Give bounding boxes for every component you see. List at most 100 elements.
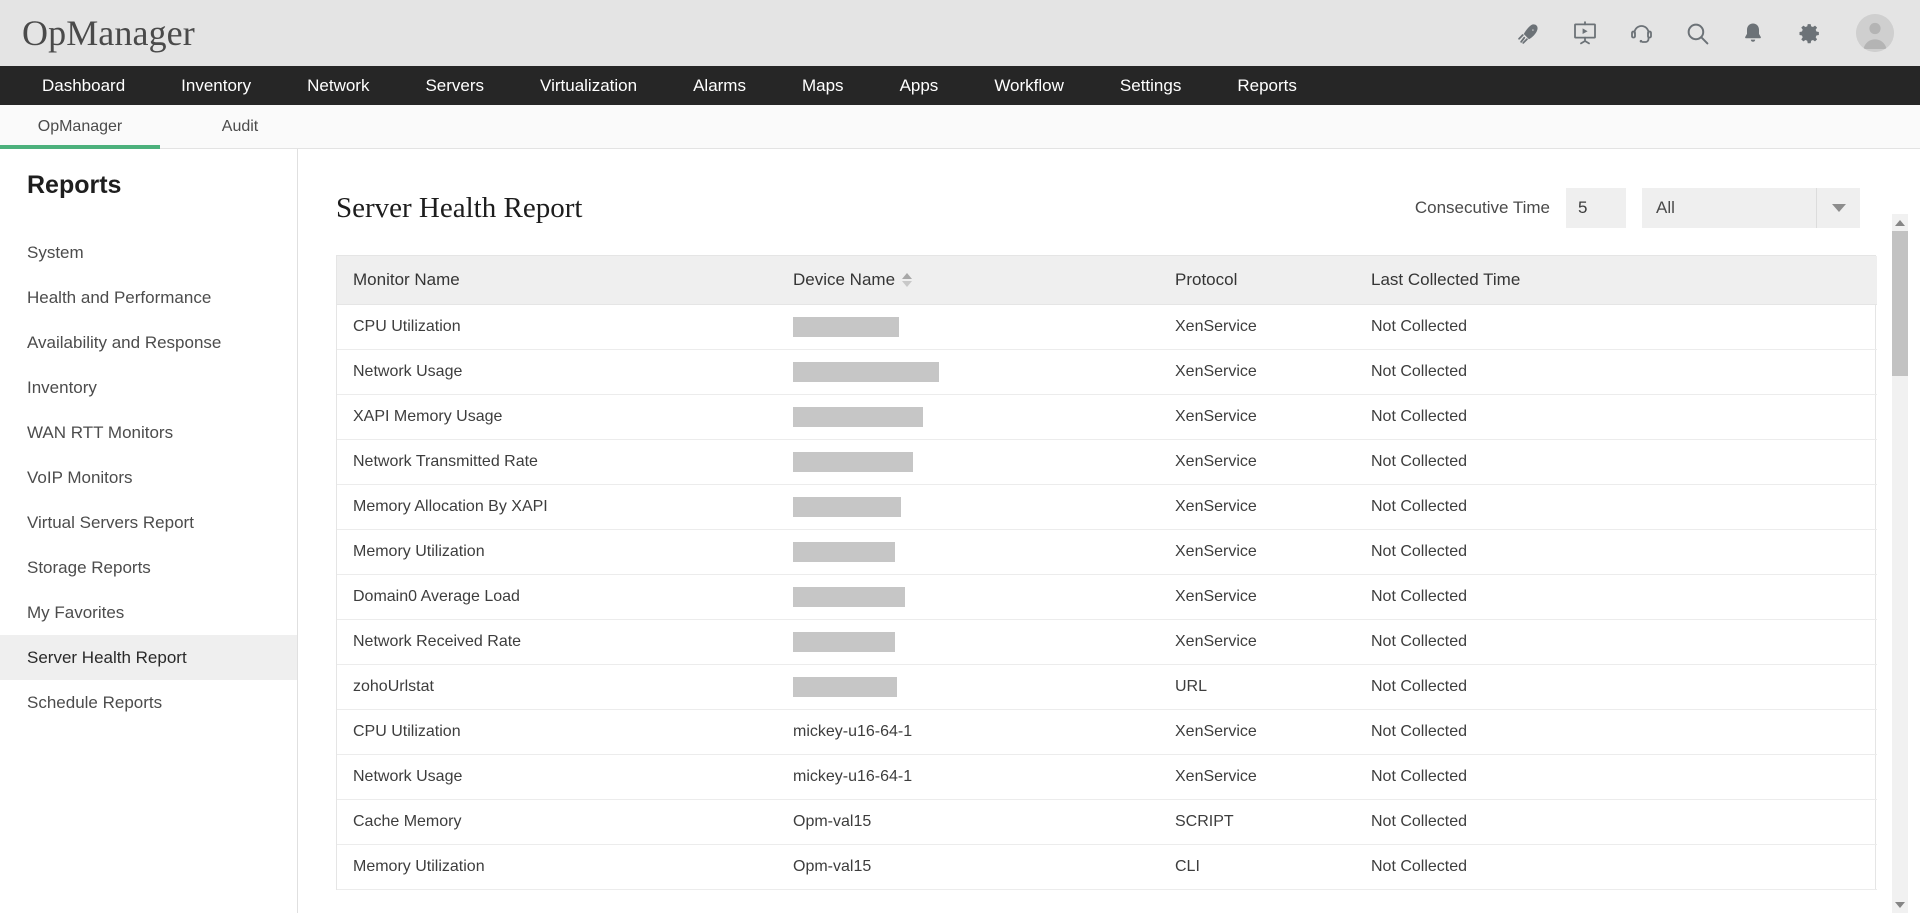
table-row[interactable]: CPU UtilizationXenServiceNot Collected xyxy=(337,305,1877,350)
cell-device-name: Opm-val15 xyxy=(777,845,1159,890)
vertical-scrollbar[interactable] xyxy=(1892,214,1908,913)
rocket-icon[interactable] xyxy=(1516,20,1542,46)
sidebar-item-voip-monitors[interactable]: VoIP Monitors xyxy=(0,455,297,500)
column-header-device-name[interactable]: Device Name xyxy=(777,256,1159,305)
table-row[interactable]: Network Received RateXenServiceNot Colle… xyxy=(337,620,1877,665)
report-content: Server Health Report Consecutive Time Al… xyxy=(298,149,1920,913)
scrollbar-track[interactable] xyxy=(1892,231,1908,896)
chevron-down-icon[interactable] xyxy=(1816,188,1860,228)
cell-protocol: XenService xyxy=(1159,530,1355,575)
sidebar-item-my-favorites[interactable]: My Favorites xyxy=(0,590,297,635)
main-navigation: Dashboard Inventory Network Servers Virt… xyxy=(0,66,1920,105)
cell-monitor-name: Memory Utilization xyxy=(337,530,777,575)
server-health-table: Monitor Name Device Name Protocol xyxy=(337,256,1877,890)
sidebar-item-virtual-servers-report[interactable]: Virtual Servers Report xyxy=(0,500,297,545)
cell-device-name xyxy=(777,440,1159,485)
cell-monitor-name: Cache Memory xyxy=(337,800,777,845)
cell-device-name xyxy=(777,620,1159,665)
nav-item-network[interactable]: Network xyxy=(279,66,397,105)
table-row[interactable]: Network Transmitted RateXenServiceNot Co… xyxy=(337,440,1877,485)
sidebar-item-inventory[interactable]: Inventory xyxy=(0,365,297,410)
table-row[interactable]: Memory Allocation By XAPIXenServiceNot C… xyxy=(337,485,1877,530)
nav-item-alarms[interactable]: Alarms xyxy=(665,66,774,105)
cell-last-collected-time: Not Collected xyxy=(1355,440,1877,485)
sidebar-item-health-and-performance[interactable]: Health and Performance xyxy=(0,275,297,320)
redacted-device-name xyxy=(793,362,939,382)
table-row[interactable]: zohoUrlstatURLNot Collected xyxy=(337,665,1877,710)
gear-icon[interactable] xyxy=(1796,20,1822,46)
cell-device-name xyxy=(777,665,1159,710)
redacted-device-name xyxy=(793,407,923,427)
nav-item-dashboard[interactable]: Dashboard xyxy=(14,66,153,105)
sort-indicator-icon[interactable] xyxy=(902,273,912,287)
cell-last-collected-time: Not Collected xyxy=(1355,530,1877,575)
cell-protocol: XenService xyxy=(1159,575,1355,620)
sidebar-item-storage-reports[interactable]: Storage Reports xyxy=(0,545,297,590)
table-row[interactable]: Network UsageXenServiceNot Collected xyxy=(337,350,1877,395)
sidebar-item-system[interactable]: System xyxy=(0,230,297,275)
table-row[interactable]: Memory Utilization XenServiceNot Collecte… xyxy=(337,530,1877,575)
nav-item-settings[interactable]: Settings xyxy=(1092,66,1209,105)
cell-protocol: XenService xyxy=(1159,485,1355,530)
cell-device-name xyxy=(777,350,1159,395)
scroll-down-arrow-icon[interactable] xyxy=(1892,896,1908,913)
tab-opmanager[interactable]: OpManager xyxy=(0,105,160,148)
cell-protocol: XenService xyxy=(1159,710,1355,755)
column-header-device-name-label: Device Name xyxy=(793,270,895,290)
cell-device-name xyxy=(777,485,1159,530)
nav-item-maps[interactable]: Maps xyxy=(774,66,872,105)
sidebar-item-availability-and-response[interactable]: Availability and Response xyxy=(0,320,297,365)
filter-dropdown[interactable]: All xyxy=(1642,188,1860,228)
cell-device-name xyxy=(777,395,1159,440)
cell-monitor-name: XAPI Memory Usage xyxy=(337,395,777,440)
sidebar: Reports System Health and Performance Av… xyxy=(0,149,298,913)
cell-protocol: CLI xyxy=(1159,845,1355,890)
avatar[interactable] xyxy=(1856,14,1894,52)
cell-monitor-name: Network Usage xyxy=(337,755,777,800)
page-body: Reports System Health and Performance Av… xyxy=(0,149,1920,913)
table-row[interactable]: XAPI Memory UsageXenServiceNot Collected xyxy=(337,395,1877,440)
presentation-icon[interactable] xyxy=(1572,20,1598,46)
table-row[interactable]: CPU Utilizationmickey-u16-64-1XenService… xyxy=(337,710,1877,755)
consecutive-time-label: Consecutive Time xyxy=(1415,198,1550,218)
table-row[interactable]: Memory UtilizationOpm-val15CLINot Collec… xyxy=(337,845,1877,890)
table-row[interactable]: Domain0 Average LoadXenServiceNot Collec… xyxy=(337,575,1877,620)
brand-icon-group xyxy=(1516,14,1894,52)
column-header-protocol[interactable]: Protocol xyxy=(1159,256,1355,305)
tab-audit[interactable]: Audit xyxy=(160,105,320,148)
cell-monitor-name: CPU Utilization xyxy=(337,305,777,350)
cell-last-collected-time: Not Collected xyxy=(1355,350,1877,395)
scrollbar-thumb[interactable] xyxy=(1892,231,1908,376)
sidebar-item-wan-rtt-monitors[interactable]: WAN RTT Monitors xyxy=(0,410,297,455)
bell-icon[interactable] xyxy=(1740,20,1766,46)
sidebar-title: Reports xyxy=(0,171,297,200)
column-header-protocol-label: Protocol xyxy=(1175,270,1237,290)
nav-item-inventory[interactable]: Inventory xyxy=(153,66,279,105)
filter-dropdown-value: All xyxy=(1642,198,1816,218)
headset-icon[interactable] xyxy=(1628,20,1654,46)
sidebar-item-schedule-reports[interactable]: Schedule Reports xyxy=(0,680,297,725)
nav-item-servers[interactable]: Servers xyxy=(397,66,512,105)
column-header-last-collected-time[interactable]: Last Collected Time xyxy=(1355,256,1877,305)
nav-item-virtualization[interactable]: Virtualization xyxy=(512,66,665,105)
scroll-up-arrow-icon[interactable] xyxy=(1892,214,1908,231)
search-icon[interactable] xyxy=(1684,20,1710,46)
redacted-device-name xyxy=(793,677,897,697)
table-row[interactable]: Cache MemoryOpm-val15SCRIPTNot Collected xyxy=(337,800,1877,845)
tab-audit-label: Audit xyxy=(222,118,258,136)
sub-tab-bar: OpManager Audit xyxy=(0,105,1920,149)
report-controls: Consecutive Time All xyxy=(1415,188,1860,228)
consecutive-time-input[interactable] xyxy=(1566,188,1626,228)
cell-monitor-name: Memory Utilization xyxy=(337,845,777,890)
cell-protocol: SCRIPT xyxy=(1159,800,1355,845)
nav-item-apps[interactable]: Apps xyxy=(872,66,967,105)
redacted-device-name xyxy=(793,452,913,472)
app-logo: OpManager xyxy=(22,15,195,51)
column-header-monitor-name[interactable]: Monitor Name xyxy=(337,256,777,305)
table-row[interactable]: Network Usagemickey-u16-64-1XenServiceNo… xyxy=(337,755,1877,800)
nav-item-workflow[interactable]: Workflow xyxy=(966,66,1092,105)
cell-device-name xyxy=(777,530,1159,575)
nav-item-reports[interactable]: Reports xyxy=(1209,66,1325,105)
sidebar-item-server-health-report[interactable]: Server Health Report xyxy=(0,635,297,680)
cell-last-collected-time: Not Collected xyxy=(1355,710,1877,755)
